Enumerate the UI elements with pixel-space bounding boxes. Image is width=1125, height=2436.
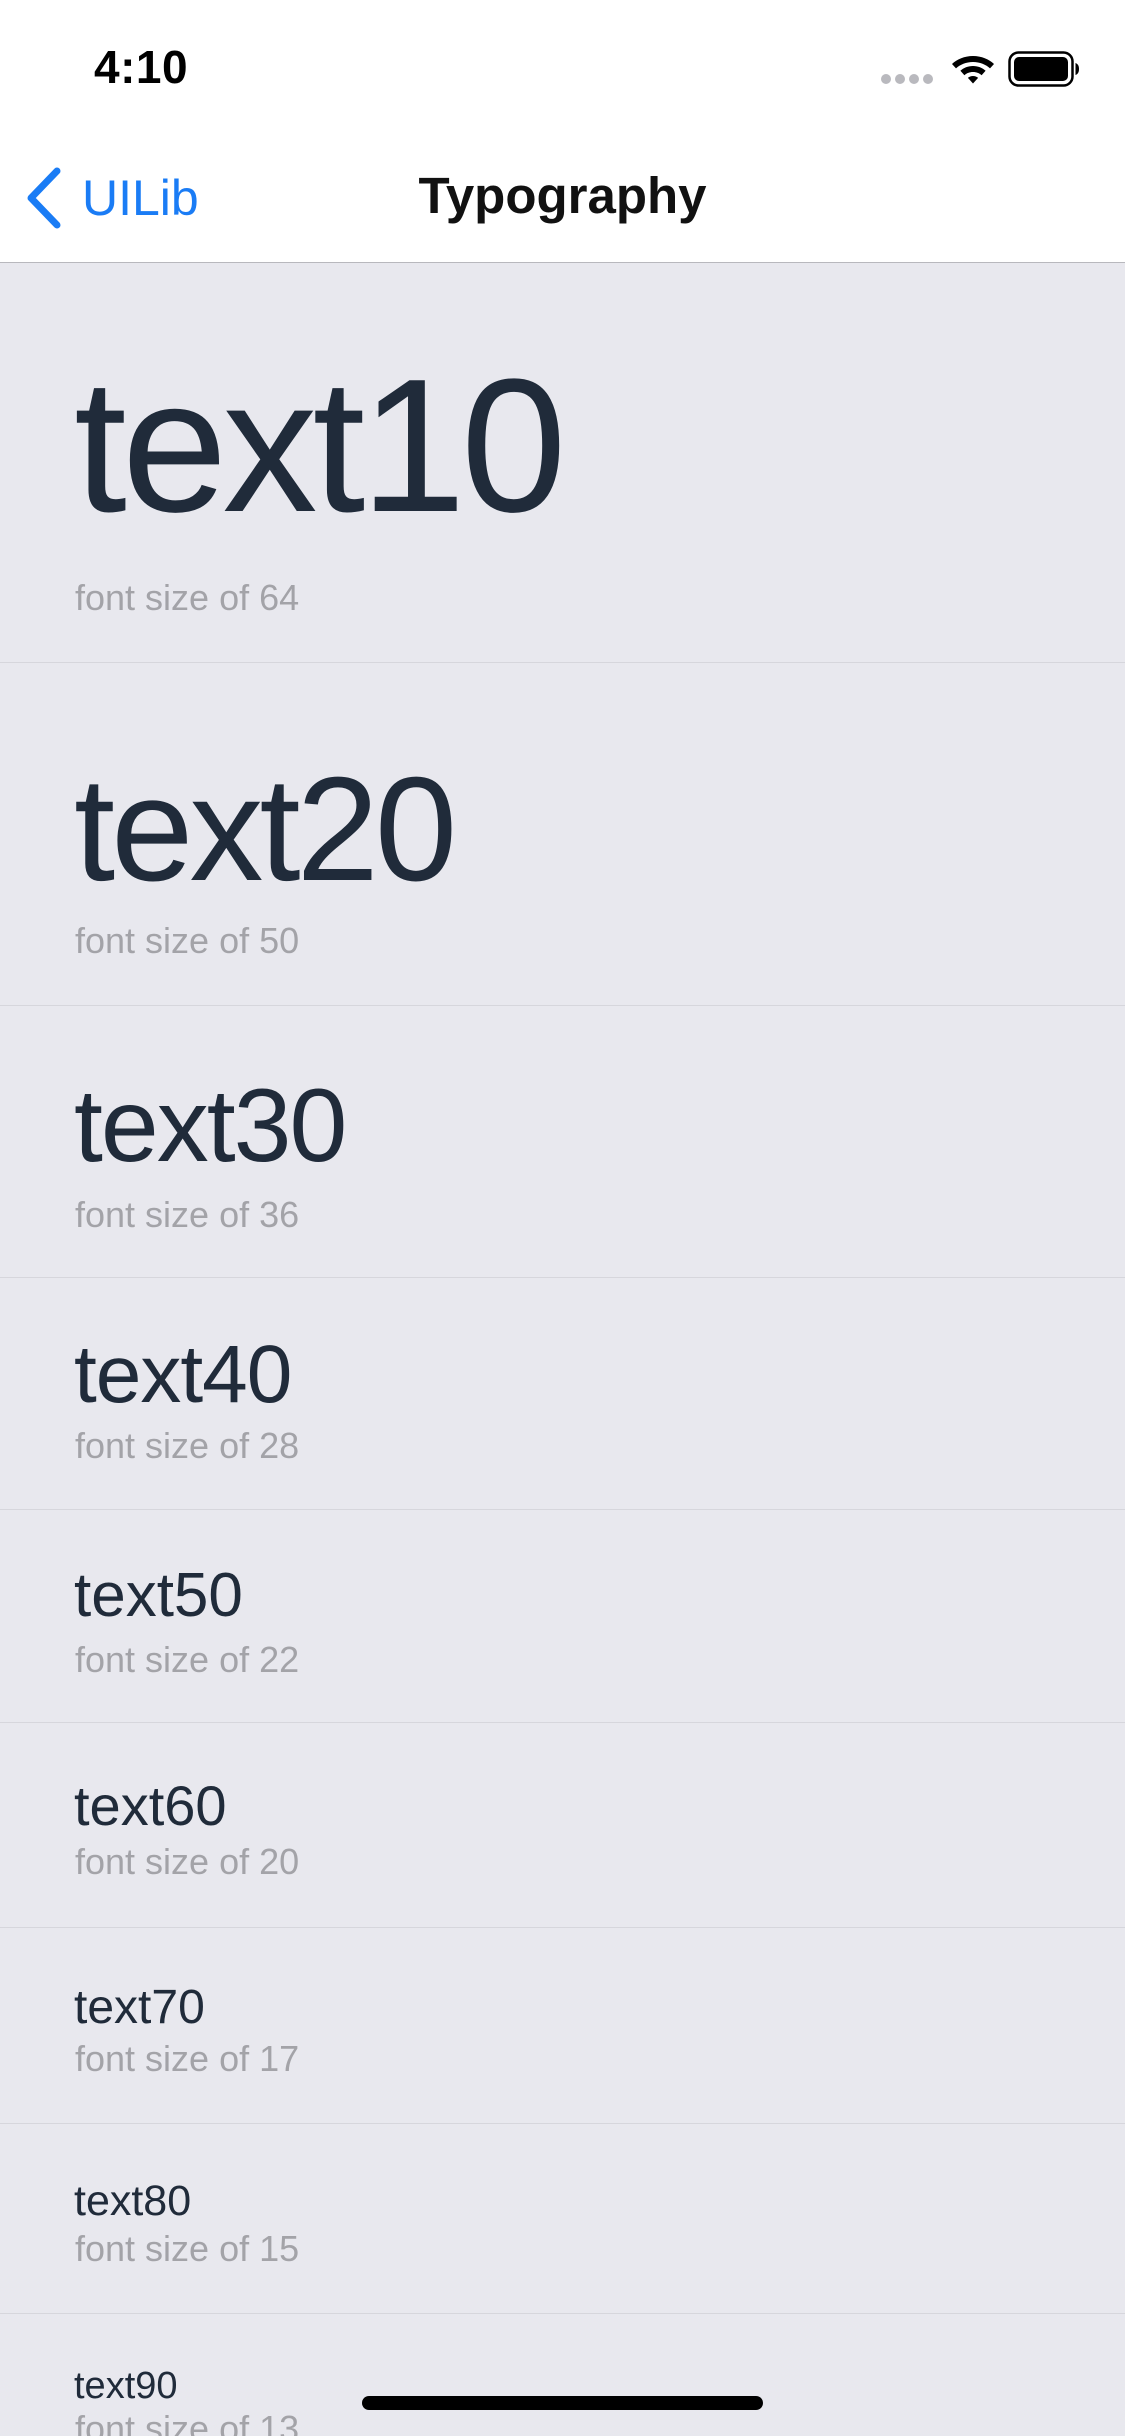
sample-text: text90 <box>74 2365 178 2407</box>
sample-caption: font size of 64 <box>75 577 300 618</box>
list-item: text60 font size of 20 <box>0 1723 1125 1928</box>
sample-caption: font size of 22 <box>75 1639 300 1680</box>
list-item: text30 font size of 36 <box>0 1006 1125 1278</box>
status-time: 4:10 <box>94 41 189 93</box>
cellular-signal-icon <box>881 74 933 84</box>
page-title: Typography <box>418 167 707 224</box>
list-item: text40 font size of 28 <box>0 1278 1125 1510</box>
sample-caption: font size of 20 <box>75 1841 300 1882</box>
wifi-icon <box>952 56 994 84</box>
typography-screen: 4:10 UILib Typography text10 font size o… <box>0 0 1125 2436</box>
sample-caption: font size of 15 <box>75 2228 300 2269</box>
typography-list: text10 font size of 64 text20 font size … <box>0 263 1125 2436</box>
battery-icon <box>1008 51 1079 87</box>
list-item: text20 font size of 50 <box>0 663 1125 1006</box>
sample-caption: font size of 36 <box>75 1194 300 1235</box>
sample-caption: font size of 13 <box>75 2408 300 2436</box>
sample-text: text50 <box>74 1561 243 1630</box>
list-item: text50 font size of 22 <box>0 1510 1125 1723</box>
sample-caption: font size of 50 <box>75 920 300 961</box>
sample-text: text30 <box>74 1068 347 1184</box>
list-item: text70 font size of 17 <box>0 1928 1125 2124</box>
sample-text: text60 <box>74 1774 227 1837</box>
navigation-bar: UILib Typography <box>0 132 1125 263</box>
sample-text: text80 <box>74 2177 192 2225</box>
sample-caption: font size of 28 <box>75 1425 300 1466</box>
sample-text: text10 <box>74 340 567 552</box>
list-item: text90 font size of 13 <box>0 2314 1125 2436</box>
home-indicator[interactable] <box>362 2396 763 2410</box>
list-item: text80 font size of 15 <box>0 2124 1125 2314</box>
list-item: text10 font size of 64 <box>0 263 1125 663</box>
status-bar: 4:10 <box>0 0 1125 132</box>
sample-caption: font size of 17 <box>75 2038 300 2079</box>
sample-text: text70 <box>74 1981 205 2034</box>
sample-text: text20 <box>74 747 457 912</box>
sample-text: text40 <box>74 1329 292 1420</box>
